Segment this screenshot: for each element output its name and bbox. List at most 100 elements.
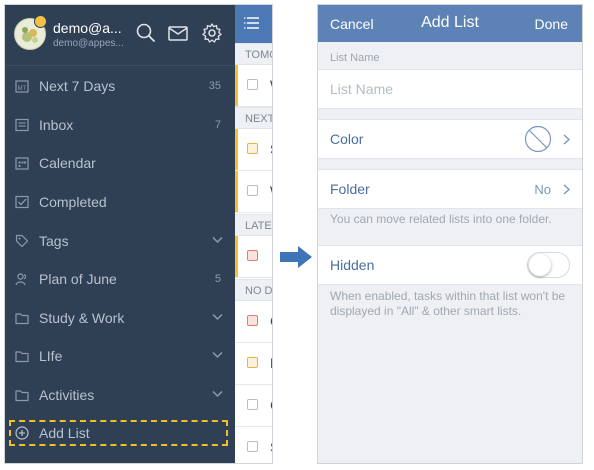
sidebar-item-label: Completed	[39, 194, 107, 210]
section-header: LATE	[235, 214, 272, 236]
priority-indicator	[235, 236, 238, 277]
task-checkbox[interactable]	[247, 250, 258, 261]
folder-icon	[15, 351, 29, 363]
account-email: demo@appes...	[53, 38, 124, 49]
task-title: F	[270, 355, 272, 371]
sidebar-item-label: Next 7 Days	[39, 78, 116, 94]
sidebar-item-plan-of-june[interactable]: Plan of June 5	[5, 260, 235, 298]
add-list-highlight	[9, 420, 228, 446]
sidebar-item-label: Inbox	[39, 117, 74, 133]
task-title: C	[270, 397, 272, 413]
sidebar-item-inbox[interactable]: Inbox 7	[5, 106, 235, 144]
folder-value: No	[534, 182, 551, 197]
sidebar-item-label: Plan of June	[39, 271, 117, 287]
hidden-row: Hidden	[318, 245, 582, 285]
drawer-divider	[5, 65, 235, 66]
inbox-icon	[15, 118, 29, 132]
priority-indicator	[235, 65, 238, 106]
task-row[interactable]: C	[235, 385, 272, 427]
task-checkbox[interactable]	[247, 315, 258, 326]
no-color-icon[interactable]	[524, 125, 552, 153]
priority-indicator	[235, 129, 238, 170]
item-count: 7	[214, 119, 221, 131]
nav-bar: Cancel Add List Done	[318, 5, 582, 42]
task-row[interactable]: W	[235, 65, 272, 107]
task-checkbox[interactable]	[247, 357, 258, 368]
mail-icon[interactable]	[167, 22, 189, 44]
task-title: W	[270, 183, 272, 199]
folder-hint: You can move related lists into one fold…	[330, 212, 552, 226]
account-name: demo@a...	[53, 20, 122, 36]
task-checkbox[interactable]	[247, 399, 258, 410]
task-checkbox[interactable]	[247, 441, 258, 452]
task-row[interactable]: S	[235, 129, 272, 171]
list-name-field[interactable]: List Name	[318, 69, 582, 109]
avatar-badge	[34, 15, 47, 28]
arrow-right-icon	[280, 246, 312, 268]
checkbox-icon	[15, 195, 29, 209]
task-row[interactable]: C	[235, 301, 272, 343]
hidden-label: Hidden	[330, 257, 375, 273]
task-checkbox[interactable]	[247, 185, 258, 196]
done-button[interactable]: Done	[535, 16, 568, 32]
sidebar-item-activities[interactable]: Activities	[5, 376, 235, 414]
shared-list-icon	[15, 273, 27, 286]
sidebar-item-life[interactable]: LIfe	[5, 337, 235, 375]
sidebar-item-label: LIfe	[39, 348, 63, 364]
chevron-down-icon[interactable]	[212, 351, 223, 359]
chevron-right-icon	[563, 134, 570, 145]
task-list-header	[235, 5, 272, 43]
task-list-panel: TOMO W NEXT S W LATE NO DA C	[235, 5, 272, 463]
hidden-hint: When enabled, tasks within that list won…	[330, 289, 566, 318]
right-phone-screen: Cancel Add List Done List Name List Name…	[317, 4, 583, 464]
hidden-toggle[interactable]	[527, 252, 570, 278]
item-count: 35	[208, 80, 221, 92]
folder-row[interactable]: Folder No	[318, 169, 582, 209]
chevron-down-icon[interactable]	[212, 313, 223, 321]
section-header: NEXT	[235, 107, 272, 129]
svg-text:MT: MT	[18, 86, 27, 92]
folder-icon	[15, 390, 29, 402]
sidebar-item-calendar[interactable]: Calendar	[5, 144, 235, 182]
account-header[interactable]: demo@a... demo@appes...	[5, 5, 235, 63]
gear-icon[interactable]	[201, 22, 223, 44]
section-header: NO DA	[235, 279, 272, 301]
tag-icon	[15, 234, 29, 248]
task-row[interactable]	[235, 236, 272, 278]
chevron-down-icon[interactable]	[212, 236, 223, 244]
search-icon[interactable]	[135, 22, 157, 44]
toggle-knob	[529, 254, 551, 276]
section-header: TOMO	[235, 43, 272, 65]
sidebar-item-next-7-days[interactable]: MT Next 7 Days 35	[5, 67, 235, 105]
chevron-down-icon[interactable]	[212, 390, 223, 398]
folder-label: Folder	[330, 181, 370, 197]
sidebar-drawer: demo@a... demo@appes... MT Next 7 Days 3…	[5, 5, 235, 463]
item-count: 5	[214, 273, 221, 285]
sidebar-item-label: Activities	[39, 387, 95, 403]
sidebar-item-tags[interactable]: Tags	[5, 222, 235, 260]
sidebar-item-label: Study & Work	[39, 310, 125, 326]
task-title: W	[270, 77, 272, 93]
sidebar-item-label: Calendar	[39, 155, 96, 171]
task-row[interactable]: W	[235, 171, 272, 213]
task-title: S	[270, 141, 272, 157]
list-name-placeholder: List Name	[330, 81, 394, 97]
color-label: Color	[330, 131, 364, 147]
menu-icon[interactable]	[244, 16, 260, 30]
calendar-icon	[15, 157, 29, 170]
task-title: C	[270, 313, 272, 329]
sidebar-item-completed[interactable]: Completed	[5, 183, 235, 221]
chevron-right-icon	[563, 184, 570, 195]
left-phone-screen: demo@a... demo@appes... MT Next 7 Days 3…	[4, 4, 273, 464]
task-checkbox[interactable]	[247, 79, 258, 90]
task-row[interactable]: S	[235, 427, 272, 463]
calendar-week-icon: MT	[15, 80, 29, 93]
task-title: S	[270, 439, 272, 455]
folder-icon	[15, 313, 29, 325]
priority-indicator	[235, 171, 238, 212]
task-checkbox[interactable]	[247, 143, 258, 154]
sidebar-item-study-work[interactable]: Study & Work	[5, 299, 235, 337]
task-row[interactable]: F	[235, 343, 272, 385]
color-row[interactable]: Color	[318, 119, 582, 159]
sidebar-item-label: Tags	[39, 233, 69, 249]
